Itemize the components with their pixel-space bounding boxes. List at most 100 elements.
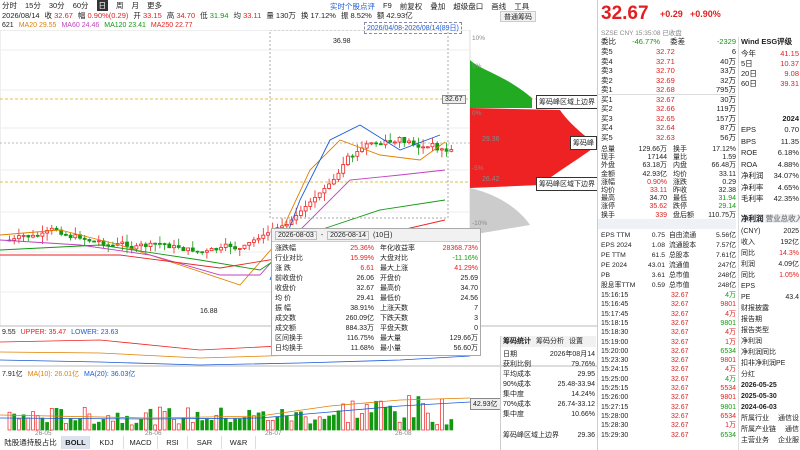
side-list-row: 净利润	[741, 337, 799, 346]
period-tab-0[interactable]: 分时	[2, 0, 17, 11]
fin-label-2: 流通股本	[669, 242, 697, 249]
volume-bar	[317, 416, 322, 431]
book-label: 卖4	[601, 56, 613, 66]
period-tab-1[interactable]: 15分	[25, 0, 41, 11]
side-list-label: 扣非净利润PE	[741, 360, 786, 367]
tick-price: 32.67	[671, 310, 689, 318]
indicator-tab-2[interactable]: KDJ	[90, 436, 124, 449]
tick-time: 15:16:45	[601, 301, 629, 309]
volume-bar	[106, 415, 111, 431]
popup-from[interactable]: 2026-08-03	[275, 230, 317, 240]
chip-row: 日期 2026年08月14	[503, 350, 595, 359]
volume-bar	[45, 422, 49, 431]
chip-tab-2[interactable]: 设置	[569, 336, 583, 347]
volume-bar	[327, 415, 331, 431]
popup-left-value: 26.06	[356, 275, 374, 282]
book-volume: 87万	[720, 123, 736, 132]
period-tab-4[interactable]: 日	[96, 0, 109, 11]
candle-body	[430, 143, 435, 148]
book-label: 买2	[601, 104, 613, 113]
bid-row[interactable]: 买1 32.67 30万	[601, 95, 736, 104]
book-volume: 157万	[715, 113, 736, 123]
tick-row: 15:29:30 32.67 6534	[601, 431, 736, 440]
volume-bar	[162, 411, 167, 431]
bid-row[interactable]: 买4 32.64 87万	[601, 123, 736, 132]
header-amp: 33.11	[243, 11, 262, 20]
tick-row: 15:19:00 32.67 1万	[601, 338, 736, 347]
volume-bar	[129, 424, 134, 431]
header-chg: 0.90%(0.29)	[87, 11, 129, 20]
candle-body	[12, 238, 17, 241]
side-perf-label: 60日	[741, 79, 757, 88]
volume-bar	[148, 408, 153, 431]
bid-row[interactable]: 买3 32.65 157万	[601, 114, 736, 123]
fin-row: 股息率TTM 0.59 总市值 248亿	[601, 281, 736, 290]
side-list-label: 财报披露	[741, 305, 769, 312]
vol-ma10-line	[0, 397, 471, 419]
popup-left-label: 涨 跌	[275, 265, 291, 272]
ask-row[interactable]: 卖2 32.69 32万	[601, 76, 736, 85]
side-perf-value: 41.15	[780, 49, 799, 58]
indicator-tab-3[interactable]: MACD	[124, 436, 158, 449]
side-sec-b[interactable]: 营业总收入	[766, 214, 800, 223]
chip-extra-label: 筹码峰区域上边界	[503, 432, 559, 439]
ask-row[interactable]: 卖5 32.72 6	[601, 47, 736, 56]
candle-body	[195, 250, 200, 253]
indicator-tab-4[interactable]: RSI	[158, 436, 188, 449]
period-tab-5[interactable]: 周	[116, 0, 124, 11]
volume-bar	[289, 420, 294, 431]
chip-mode-button[interactable]: 普通筹码	[500, 11, 536, 22]
bid-row[interactable]: 买2 32.66 119万	[601, 104, 736, 113]
ma20-value: 29.55	[38, 22, 57, 29]
ask-row[interactable]: 卖1 32.68 795万	[601, 85, 736, 94]
chip-row: 获利比例 79.76%	[503, 360, 595, 369]
candle-body	[425, 146, 430, 149]
side-list-row: 收入 192亿	[741, 238, 799, 247]
book-label: 卖2	[601, 75, 613, 85]
period-tab-6[interactable]: 月	[132, 0, 140, 11]
book-volume: 795万	[715, 85, 736, 94]
side-year: 2024	[782, 114, 799, 123]
side-sec-a[interactable]: 净利润	[741, 214, 764, 223]
indicator-tab-1[interactable]: BOLL	[62, 436, 90, 449]
candle-body	[16, 235, 21, 240]
popup-left-value: 15.99%	[350, 255, 374, 262]
turn-label: 换	[300, 11, 309, 20]
tick-row: 15:18:15 32.67 9801	[601, 319, 736, 328]
candle-body	[308, 201, 313, 207]
indicator-tab-5[interactable]: SAR	[188, 436, 222, 449]
volume-bar	[313, 419, 317, 431]
range-stats-popup[interactable]: 2026-08-03 - 2026-08-14 (10日) 涨跌幅 25.36% 行…	[271, 228, 481, 356]
chip-tab-1[interactable]: 筹码分析	[536, 336, 564, 347]
tick-price: 32.67	[671, 412, 689, 420]
side-fin-row: 毛利率 42.35%	[741, 194, 799, 203]
candle-body	[96, 240, 101, 243]
period-tab-3[interactable]: 60分	[73, 0, 89, 11]
chip-row-value: 10.66%	[571, 411, 595, 418]
ratio-label: 委比	[601, 37, 616, 46]
candle-body	[143, 243, 148, 247]
popup-to[interactable]: 2026-08-14	[327, 230, 369, 240]
volume-bar	[261, 411, 266, 431]
fin-value: 3.61	[651, 272, 665, 279]
period-tab-7[interactable]: 更多	[147, 0, 162, 11]
candle-body	[345, 155, 350, 165]
indicator-tab-0[interactable]: 陆股通持股占比	[0, 436, 62, 449]
side-list-label: 2026-05-25	[741, 382, 777, 389]
side-perf-row: 5日 10.37	[741, 59, 799, 68]
side-fin-label: 净利率	[741, 182, 764, 192]
ask-row[interactable]: 卖3 32.70 33万	[601, 66, 736, 75]
popup-left-label: 涨跌幅	[275, 245, 296, 252]
chip-tab-0[interactable]: 筹码统计	[503, 336, 531, 347]
candle-body	[439, 148, 444, 151]
indicator-tab-6[interactable]: W&R	[222, 436, 256, 449]
candle-body	[176, 245, 181, 248]
bid-row[interactable]: 买5 32.63 56万	[601, 133, 736, 142]
volume-bar	[425, 412, 430, 431]
ask-row[interactable]: 卖4 32.71 40万	[601, 57, 736, 66]
volume-bar	[176, 423, 181, 431]
period-tab-2[interactable]: 30分	[49, 0, 65, 11]
volume-bar	[205, 418, 209, 431]
candle-body	[111, 244, 115, 247]
volume-bar	[397, 421, 402, 431]
